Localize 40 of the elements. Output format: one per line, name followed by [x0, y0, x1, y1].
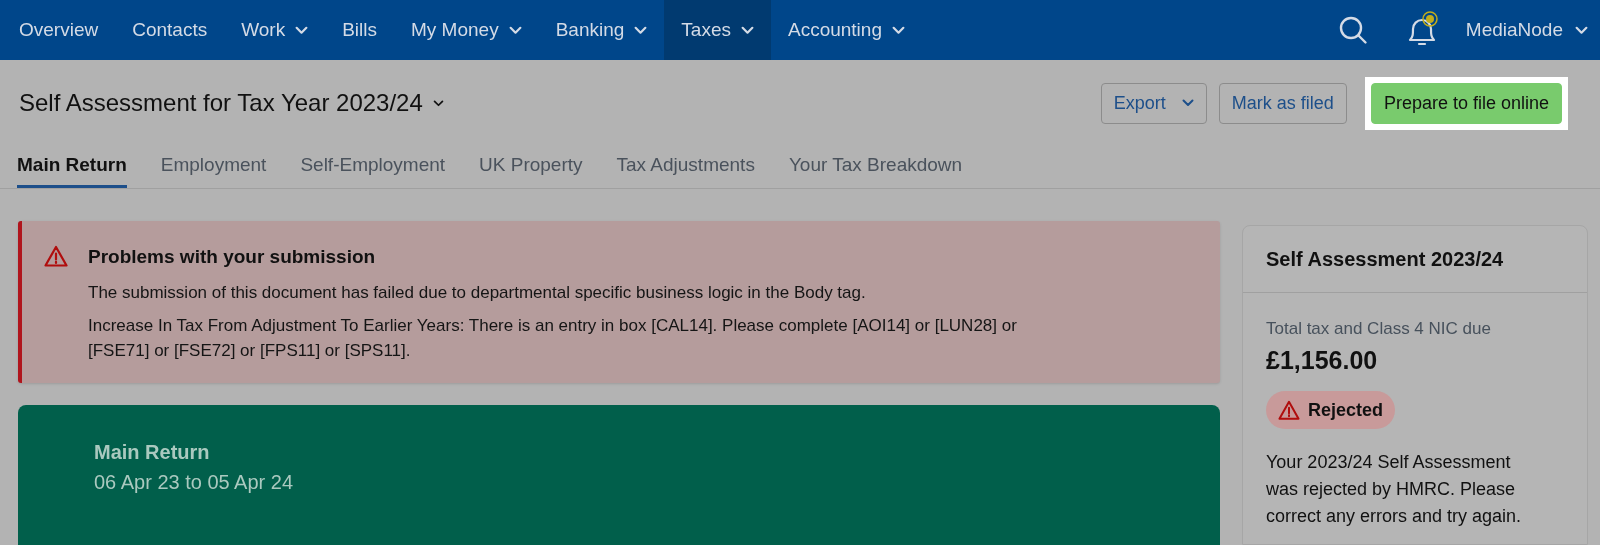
nav-item[interactable]: Work	[224, 0, 326, 60]
chevron-down-icon	[295, 25, 309, 35]
chevron-down-icon	[1575, 25, 1588, 35]
chevron-down-icon	[891, 25, 905, 35]
page-title: Self Assessment for Tax Year 2023/24	[19, 88, 423, 118]
nav-item[interactable]: Contacts	[115, 0, 225, 60]
nav-item[interactable]: Overview	[2, 0, 116, 60]
alert-title: Problems with your submission	[88, 245, 377, 269]
tab[interactable]: UK Property	[479, 146, 583, 188]
action-button[interactable]: Prepare to file online	[1370, 82, 1562, 124]
alert-message: Increase In Tax From Adjustment To Earlier Years: There is an entry in box [CAL14]. Please complete [AOI14] or [LUN28] or [FSE71] or [FSE72] or [FPS11] or [SPS11].	[88, 314, 1018, 362]
total-label: Total tax and Class 4 NIC due	[1266, 318, 1491, 340]
tab[interactable]: Main Return	[17, 146, 127, 188]
account-menu[interactable]: MediaNode	[1465, 0, 1588, 60]
tab[interactable]: Your Tax Breakdown	[788, 146, 963, 188]
nav-item[interactable]: Taxes	[664, 0, 771, 60]
chevron-down-icon	[634, 25, 648, 35]
return-period: 06 Apr 23 to 05 Apr 24	[94, 469, 295, 495]
chevron-down-icon	[740, 25, 754, 35]
nav-item[interactable]: Banking	[538, 0, 665, 60]
alert-message: The submission of this document has failed due to departmental specific business logic in the Body tag.	[88, 281, 867, 304]
status-message: Your 2023/24 Self Assessment was rejected by HMRC. Please correct any errors and try again.	[1266, 451, 1523, 528]
search-icon[interactable]	[1337, 15, 1368, 45]
total-amount: £1,156.00	[1266, 344, 1378, 376]
status-badge: Rejected	[1266, 391, 1396, 429]
export-dropdown-button[interactable]: Export	[1100, 82, 1207, 124]
summary-title: Self Assessment 2023/24	[1266, 247, 1504, 272]
chevron-down-icon	[432, 99, 444, 107]
return-title: Main Return	[94, 439, 211, 465]
tab[interactable]: Employment	[160, 146, 267, 188]
action-button[interactable]: Mark as filed	[1218, 82, 1347, 124]
nav-item[interactable]: Bills	[325, 0, 394, 60]
warning-icon	[1278, 400, 1300, 420]
chevron-down-icon	[508, 25, 522, 35]
warning-icon	[44, 245, 68, 267]
nav-item[interactable]: Accounting	[770, 0, 922, 60]
chevron-down-icon	[1181, 99, 1194, 107]
nav-item[interactable]: My Money	[394, 0, 539, 60]
tab[interactable]: Self-Employment	[300, 146, 446, 188]
tab[interactable]: Tax Adjustments	[616, 146, 755, 188]
